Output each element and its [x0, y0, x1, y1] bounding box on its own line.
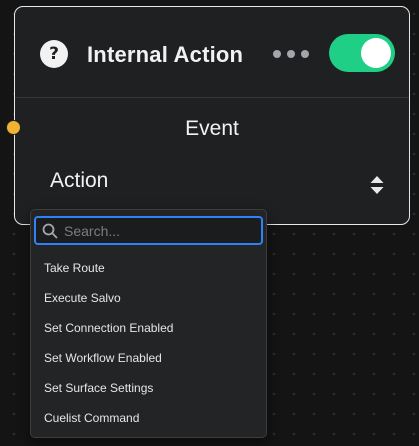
internal-action-node[interactable]: ? Internal Action Event Action	[14, 6, 410, 225]
more-dot	[273, 50, 281, 58]
menu-list: Take Route Execute Salvo Set Connection …	[31, 253, 266, 433]
action-select-label: Action	[50, 169, 109, 192]
menu-item-set-connection-enabled[interactable]: Set Connection Enabled	[31, 313, 266, 343]
help-icon[interactable]: ?	[40, 40, 68, 68]
up-down-icon	[370, 176, 384, 194]
more-icon[interactable]	[273, 43, 309, 63]
menu-item-cuelist-command[interactable]: Cuelist Command	[31, 403, 266, 433]
more-dot	[287, 50, 295, 58]
action-dropdown-menu: Take Route Execute Salvo Set Connection …	[30, 209, 267, 438]
search-icon	[42, 223, 58, 239]
input-port[interactable]	[6, 120, 21, 135]
menu-item-take-route[interactable]: Take Route	[31, 253, 266, 283]
menu-item-set-workflow-enabled[interactable]: Set Workflow Enabled	[31, 343, 266, 373]
menu-item-set-surface-settings[interactable]: Set Surface Settings	[31, 373, 266, 403]
node-header: ? Internal Action	[15, 7, 409, 98]
enable-toggle[interactable]	[329, 34, 395, 72]
event-label: Event	[185, 117, 239, 140]
menu-item-execute-salvo[interactable]: Execute Salvo	[31, 283, 266, 313]
search-input[interactable]	[64, 220, 254, 241]
action-select[interactable]: Action	[35, 159, 385, 207]
search-box[interactable]	[34, 216, 263, 245]
more-dot	[301, 50, 309, 58]
node-title: Internal Action	[87, 42, 244, 67]
toggle-knob	[361, 38, 391, 68]
